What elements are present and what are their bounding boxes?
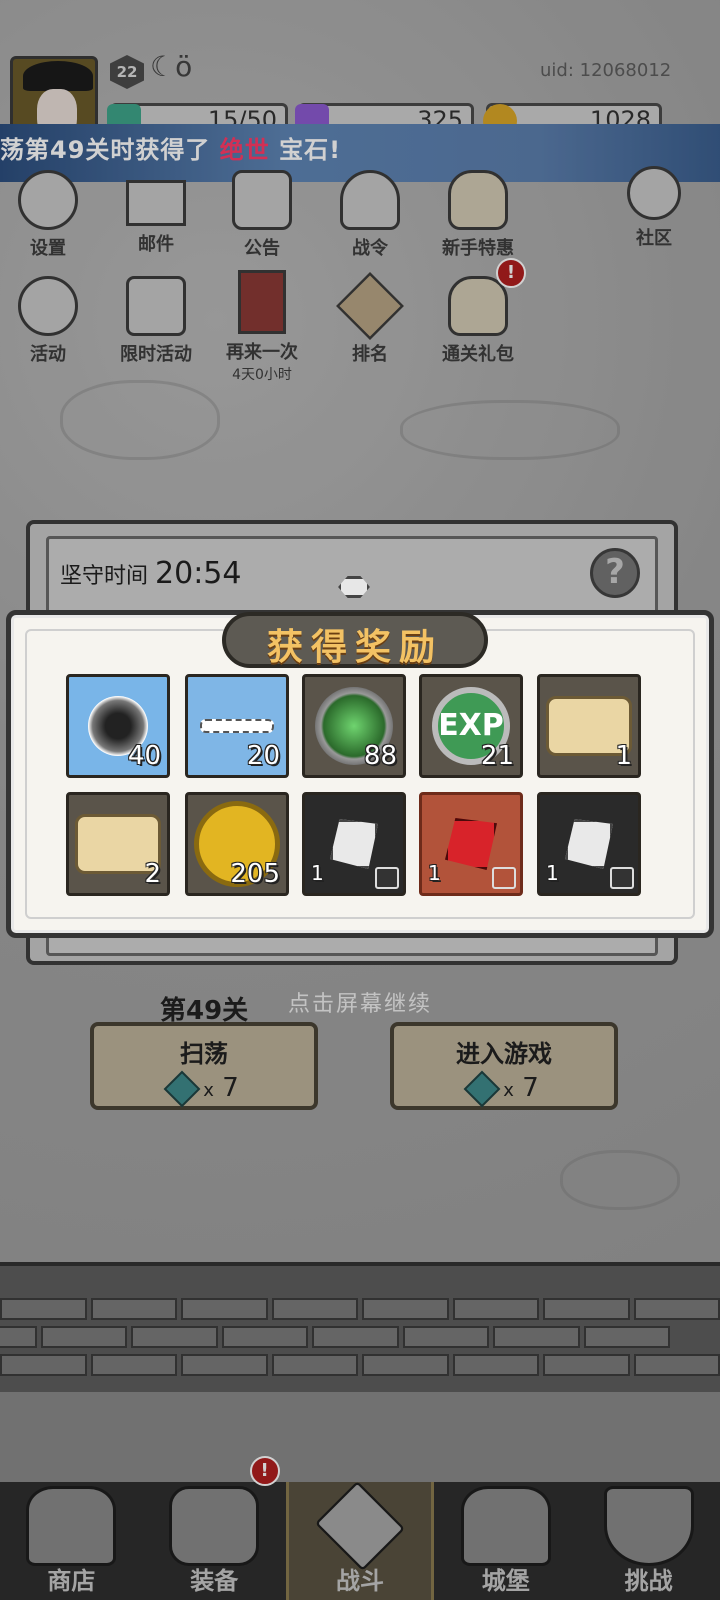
reward-dark-crystal[interactable]: 40 xyxy=(66,674,170,778)
reward-white-gem-b[interactable]: 1 xyxy=(537,792,641,896)
ice-crystal-icon xyxy=(200,719,274,733)
reward-ice-crystal[interactable]: 20 xyxy=(185,674,289,778)
reward-exp[interactable]: EXP 21 xyxy=(419,674,523,778)
reward-count: 1 xyxy=(546,861,559,885)
reward-scroll-b[interactable]: 2 xyxy=(66,792,170,896)
gem-type-tag xyxy=(375,867,399,889)
reward-count: 2 xyxy=(144,859,161,889)
gem-type-tag xyxy=(492,867,516,889)
white-gem-icon xyxy=(330,819,378,869)
reward-count: 88 xyxy=(363,741,397,771)
reward-gold[interactable]: 205 xyxy=(185,792,289,896)
white-gem-icon xyxy=(565,819,613,869)
popup-title: 获得奖励 xyxy=(266,627,443,668)
reward-count: 1 xyxy=(428,861,441,885)
reward-count: 21 xyxy=(480,741,514,771)
reward-red-gem[interactable]: 1 xyxy=(419,792,523,896)
reward-count: 20 xyxy=(246,741,280,771)
reward-count: 40 xyxy=(127,741,161,771)
reward-count: 1 xyxy=(615,741,632,771)
reward-count: 205 xyxy=(230,859,280,889)
reward-count: 1 xyxy=(311,861,324,885)
reward-green-emblem[interactable]: 88 xyxy=(302,674,406,778)
reward-white-gem-a[interactable]: 1 xyxy=(302,792,406,896)
gem-type-tag xyxy=(610,867,634,889)
red-gem-icon xyxy=(445,818,497,870)
reward-scroll-a[interactable]: 1 xyxy=(537,674,641,778)
